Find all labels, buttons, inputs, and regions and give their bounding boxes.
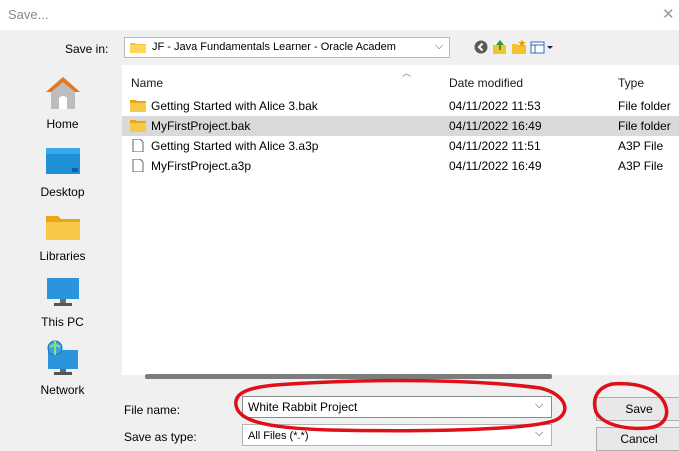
file-date: 04/11/2022 11:51: [449, 139, 541, 153]
file-name-label: File name:: [124, 403, 181, 417]
file-name-input[interactable]: White Rabbit Project ⌵: [242, 396, 552, 418]
home-icon: [45, 77, 80, 109]
place-desktop-label: Desktop: [40, 185, 85, 199]
column-header-type[interactable]: Type: [618, 76, 644, 90]
libraries-icon: [45, 216, 80, 240]
folder-icon: [130, 120, 146, 132]
file-row-selected[interactable]: MyFirstProject.bak 04/11/2022 16:49 File…: [122, 116, 679, 136]
file-name: Getting Started with Alice 3.a3p: [151, 139, 319, 153]
place-this-pc-label: This PC: [41, 315, 84, 329]
file-date: 04/11/2022 11:53: [449, 99, 541, 113]
file-row[interactable]: MyFirstProject.a3p 04/11/2022 16:49 A3P …: [122, 156, 679, 176]
file-name: Getting Started with Alice 3.bak: [151, 99, 318, 113]
chevron-down-icon: ⌵: [435, 40, 444, 52]
file-row[interactable]: Getting Started with Alice 3.a3p 04/11/2…: [122, 136, 679, 156]
file-date: 04/11/2022 16:49: [449, 119, 542, 133]
save-in-value: JF - Java Fundamentals Learner - Oracle …: [152, 41, 396, 53]
folder-icon: [130, 100, 146, 112]
close-icon[interactable]: ✕: [662, 5, 675, 23]
chevron-down-icon[interactable]: ⌵: [535, 399, 543, 412]
file-type: A3P File: [618, 139, 664, 153]
view-menu-icon[interactable]: [530, 38, 556, 56]
column-header-date[interactable]: Date modified: [449, 76, 523, 90]
file-date: 04/11/2022 16:49: [449, 159, 542, 173]
document-icon: [132, 159, 144, 172]
save-button[interactable]: Save: [596, 397, 679, 421]
place-this-pc[interactable]: This PC: [5, 276, 120, 329]
desktop-icon: [45, 148, 80, 174]
computer-icon: [46, 278, 79, 306]
save-in-dropdown[interactable]: JF - Java Fundamentals Learner - Oracle …: [124, 37, 450, 58]
place-libraries-label: Libraries: [39, 249, 86, 263]
document-icon: [132, 139, 144, 152]
file-list[interactable]: ︿ Name Date modified Type Getting Starte…: [122, 65, 679, 375]
file-type: File folder: [618, 119, 671, 133]
places-sidebar: Home Desktop Libraries This PC Network: [5, 64, 120, 440]
file-row[interactable]: Getting Started with Alice 3.bak 04/11/2…: [122, 96, 679, 116]
file-name: MyFirstProject.bak: [151, 119, 251, 133]
column-header-name[interactable]: Name: [131, 76, 163, 90]
file-type: File folder: [618, 99, 671, 113]
place-libraries[interactable]: Libraries: [5, 214, 120, 263]
file-type: A3P File: [618, 159, 664, 173]
save-as-type-select[interactable]: All Files (*.*) ⌵: [242, 424, 552, 446]
up-folder-icon[interactable]: [491, 38, 509, 56]
place-home[interactable]: Home: [5, 76, 120, 131]
network-icon: [47, 340, 78, 375]
sort-ascending-icon: ︿: [402, 68, 412, 78]
place-desktop[interactable]: Desktop: [5, 146, 120, 199]
window-title: Save...: [8, 7, 49, 22]
title-bar: Save... ✕: [0, 0, 679, 30]
save-in-label: Save in:: [65, 42, 109, 56]
back-icon[interactable]: [472, 38, 490, 56]
chevron-down-icon: ⌵: [535, 427, 544, 439]
horizontal-scrollbar[interactable]: [145, 374, 552, 379]
place-network[interactable]: Network: [5, 340, 120, 397]
save-as-type-value: All Files (*.*): [248, 430, 309, 442]
file-name: MyFirstProject.a3p: [151, 159, 252, 173]
place-home-label: Home: [46, 117, 79, 131]
new-folder-icon[interactable]: [510, 38, 528, 56]
save-as-type-label: Save as type:: [124, 430, 197, 444]
cancel-button[interactable]: Cancel: [596, 427, 679, 451]
place-network-label: Network: [40, 383, 85, 397]
folder-icon: [130, 43, 146, 53]
file-name-value: White Rabbit Project: [248, 400, 358, 414]
